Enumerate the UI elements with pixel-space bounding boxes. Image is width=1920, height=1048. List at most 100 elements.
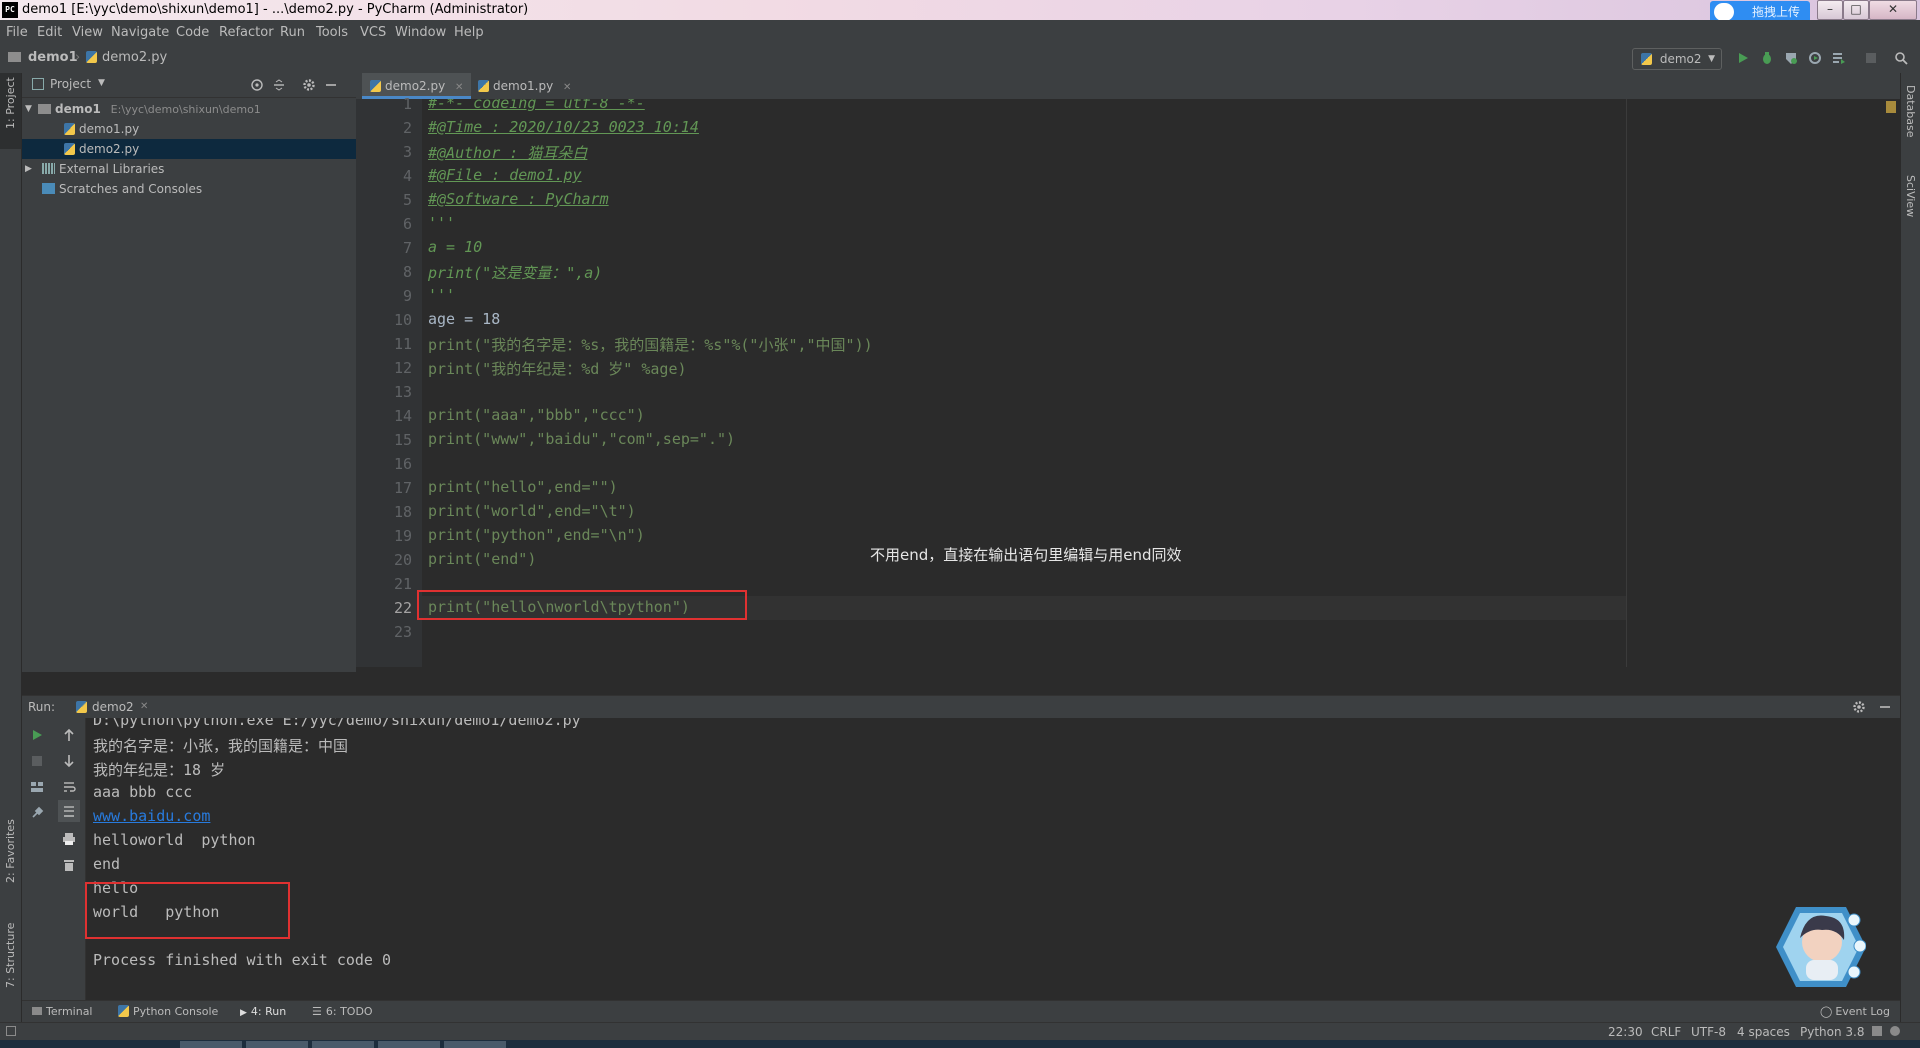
tab-demo2[interactable]: demo2.py ✕ xyxy=(362,73,472,99)
coverage-icon[interactable] xyxy=(1784,51,1798,65)
maximize-button[interactable]: □ xyxy=(1843,0,1869,20)
structure-tool-label: 7: Structure xyxy=(4,922,17,988)
soft-wrap-icon[interactable] xyxy=(62,780,76,794)
arrow-up-icon[interactable] xyxy=(62,728,76,742)
taskbar-item[interactable] xyxy=(378,1041,440,1048)
python-console-tool-button[interactable]: Python Console xyxy=(118,1005,218,1018)
run-tool-button[interactable]: ▶ 4: Run xyxy=(240,1005,286,1018)
close-tab-icon[interactable]: ✕ xyxy=(140,701,148,712)
hide-panel-icon[interactable] xyxy=(324,78,338,92)
run-tab-demo2[interactable]: demo2 ✕ xyxy=(70,696,162,719)
sciview-tool-button[interactable]: SciView xyxy=(1901,171,1920,241)
python-interpreter[interactable]: Python 3.8 xyxy=(1800,1025,1865,1039)
layout-icon[interactable] xyxy=(30,780,44,794)
menu-window[interactable]: Window xyxy=(395,25,446,40)
inspector-icon[interactable] xyxy=(1890,1026,1900,1036)
indent-setting[interactable]: 4 spaces xyxy=(1737,1025,1790,1039)
code-line: print("www","baidu","com",sep=".") xyxy=(428,430,736,448)
taskbar-item[interactable] xyxy=(246,1041,308,1048)
code-editor[interactable]: #-*- codeing = utf-8 -*- #@Time : 2020/1… xyxy=(422,99,1900,667)
project-tool-label: 1: Project xyxy=(4,77,17,129)
menu-edit[interactable]: Edit xyxy=(37,25,62,40)
concurrency-icon[interactable] xyxy=(1832,51,1846,65)
run-config-select[interactable]: demo2 ▼ xyxy=(1632,48,1722,70)
line-separator[interactable]: CRLF xyxy=(1651,1025,1681,1039)
line-number: 18 xyxy=(393,503,412,521)
event-log-button[interactable]: ◯ Event Log xyxy=(1820,1005,1890,1018)
stop-icon[interactable] xyxy=(30,754,44,768)
tab-label: demo1.py xyxy=(493,79,554,93)
tree-item-scratches[interactable]: Scratches and Consoles xyxy=(22,179,356,199)
favorites-tool-button[interactable]: 2: Favorites xyxy=(0,803,21,893)
menu-vcs[interactable]: VCS xyxy=(360,25,386,40)
rerun-icon[interactable] xyxy=(30,728,44,742)
line-number: 2 xyxy=(402,119,412,137)
menu-help[interactable]: Help xyxy=(454,25,484,40)
menu-code[interactable]: Code xyxy=(176,25,209,40)
file-encoding[interactable]: UTF-8 xyxy=(1691,1025,1726,1039)
avatar-widget[interactable] xyxy=(1776,902,1866,992)
arrow-down-icon[interactable] xyxy=(62,754,76,768)
menu-refactor[interactable]: Refactor xyxy=(219,25,274,40)
stop-icon[interactable] xyxy=(1864,51,1878,65)
code-line: print("python",end="\n") xyxy=(428,526,645,544)
print-icon[interactable] xyxy=(62,832,76,846)
hide-panel-icon[interactable] xyxy=(1878,700,1892,714)
caret-position[interactable]: 22:30 xyxy=(1608,1025,1643,1039)
locate-icon[interactable] xyxy=(250,78,264,92)
expand-arrow-icon[interactable]: ▶ xyxy=(25,159,32,179)
library-icon xyxy=(42,163,55,174)
code-line: #@Author : 猫耳朵白 xyxy=(428,144,588,162)
tree-item-label: External Libraries xyxy=(59,162,165,176)
database-tool-button[interactable]: Database xyxy=(1901,81,1920,151)
trash-icon[interactable] xyxy=(62,858,76,872)
menu-view[interactable]: View xyxy=(72,25,103,40)
tree-item-demo2[interactable]: demo2.py xyxy=(22,139,356,159)
layout-toggle-icon[interactable] xyxy=(6,1026,16,1036)
collapse-all-icon[interactable] xyxy=(272,78,286,92)
scroll-to-end-toggle[interactable] xyxy=(58,800,80,822)
gear-icon[interactable] xyxy=(302,78,316,92)
taskbar-item[interactable] xyxy=(180,1041,242,1048)
tree-item-external-libraries[interactable]: ▶ External Libraries xyxy=(22,159,356,179)
chevron-down-icon[interactable]: ▼ xyxy=(98,78,105,88)
taskbar-item[interactable] xyxy=(312,1041,374,1048)
profile-icon[interactable] xyxy=(1808,51,1822,65)
breadcrumb-project[interactable]: demo1 xyxy=(28,50,78,65)
run-panel-header: Run: demo2 ✕ xyxy=(22,695,1900,719)
pin-icon[interactable] xyxy=(30,806,44,820)
cloud-icon xyxy=(1714,3,1734,21)
breadcrumb-file[interactable]: demo2.py xyxy=(102,50,167,65)
inspection-warning-icon[interactable] xyxy=(1886,101,1896,113)
search-icon[interactable] xyxy=(1894,51,1908,65)
minimize-button[interactable]: – xyxy=(1817,0,1843,20)
close-tab-icon[interactable]: ✕ xyxy=(563,82,571,93)
console-link[interactable]: www.baidu.com xyxy=(93,807,210,825)
sciview-tool-label: SciView xyxy=(1904,175,1917,218)
project-view-select[interactable]: Project xyxy=(50,77,91,91)
project-tool-button[interactable]: 1: Project xyxy=(0,73,21,149)
debug-icon[interactable] xyxy=(1760,51,1774,65)
annotation-text: 不用end，直接在输出语句里编辑与用end同效 xyxy=(870,546,1182,564)
structure-tool-button[interactable]: 7: Structure xyxy=(0,903,21,993)
menu-file[interactable]: File xyxy=(6,25,28,40)
run-console-output[interactable]: D:\python\python.exe E:/yyc/demo/shixun/… xyxy=(86,718,1900,1000)
expand-arrow-icon[interactable]: ▼ xyxy=(25,99,32,119)
run-icon[interactable] xyxy=(1736,51,1750,65)
menu-navigate[interactable]: Navigate xyxy=(111,25,169,40)
os-taskbar xyxy=(0,1040,1920,1048)
gear-icon[interactable] xyxy=(1852,700,1866,714)
taskbar-item[interactable] xyxy=(444,1041,506,1048)
lock-icon[interactable] xyxy=(1872,1026,1882,1036)
tree-item-project-root[interactable]: ▼ demo1 E:\yyc\demo\shixun\demo1 xyxy=(22,99,356,119)
menu-tools[interactable]: Tools xyxy=(316,25,348,40)
close-button[interactable]: ✕ xyxy=(1869,0,1917,20)
terminal-tool-button[interactable]: Terminal xyxy=(32,1005,93,1018)
todo-tool-button[interactable]: ☰ 6: TODO xyxy=(312,1005,373,1018)
tree-item-demo1[interactable]: demo1.py xyxy=(22,119,356,139)
run-tab-label: demo2 xyxy=(92,700,134,714)
tab-demo1[interactable]: demo1.py ✕ xyxy=(470,73,579,99)
close-tab-icon[interactable]: ✕ xyxy=(455,82,463,93)
tool-window-bar: Terminal Python Console ▶ 4: Run ☰ 6: TODO… xyxy=(22,1000,1900,1023)
menu-run[interactable]: Run xyxy=(280,25,305,40)
